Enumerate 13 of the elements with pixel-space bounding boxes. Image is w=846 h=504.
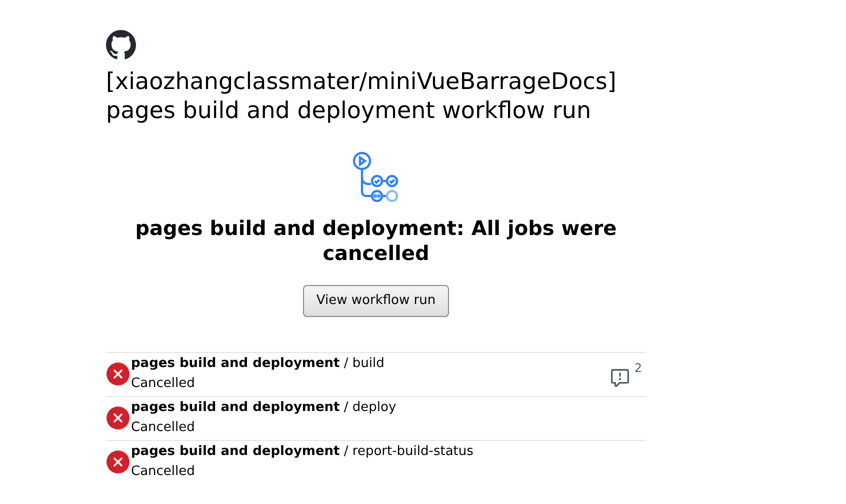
job-title: pages build and deployment / report-build-status — [131, 443, 474, 461]
repo-name: [xiaozhangclassmater/miniVueBarrageDocs] — [106, 68, 618, 97]
page-subtitle: pages build and deployment workflow run — [106, 97, 592, 126]
comment-icon — [611, 369, 630, 387]
job-title: pages build and deployment / build — [131, 355, 384, 373]
view-workflow-button[interactable]: View workflow run — [303, 285, 449, 316]
job-status: Cancelled — [131, 375, 195, 393]
job-title: pages build and deployment / deploy — [131, 399, 396, 417]
annotation-count: 2 — [634, 360, 642, 376]
summary-heading: pages build and deployment: All jobs were cancelled — [134, 216, 618, 266]
logo-icon — [106, 30, 136, 60]
job-status: Cancelled — [131, 463, 195, 481]
job-status: Cancelled — [131, 419, 195, 437]
